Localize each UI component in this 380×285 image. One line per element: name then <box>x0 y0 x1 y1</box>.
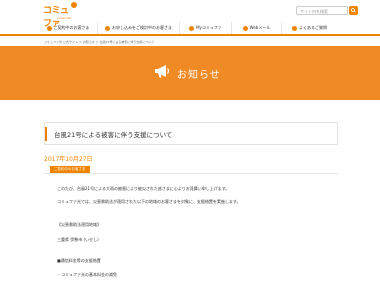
nav-item-faq[interactable]: よくあるご質問 <box>281 22 337 34</box>
nav-item-label: お申し込みをご検討中のお客さま <box>112 25 172 30</box>
question-icon <box>292 25 297 31</box>
document-icon <box>105 25 110 31</box>
global-nav: ご契約中のお客さま お申し込みをご検討中のお客さま Myコミュファ Webメール… <box>39 22 337 34</box>
body-line: ・コミュファ光の基本料金の減免 <box>57 272 117 277</box>
nav-item-prospective-customers[interactable]: お申し込みをご検討中のお客さま <box>97 22 179 34</box>
nav-item-label: ご契約中のお客さま <box>53 25 90 30</box>
site-header: コミュファ commufa サイト内を検索 ご契約中のお客さま お申し込みをご検… <box>0 0 380 34</box>
mail-icon <box>242 25 248 31</box>
search-button[interactable] <box>349 6 358 15</box>
nav-item-my-commufa[interactable]: Myコミュファ <box>179 22 231 34</box>
nav-underline <box>0 34 380 36</box>
heart-icon <box>189 25 195 31</box>
page-banner: お知らせ <box>0 46 380 100</box>
article-date: 2017年10月27日 <box>44 156 93 163</box>
page-title: お知らせ <box>177 70 221 81</box>
nav-item-current-customers[interactable]: ご契約中のお客さま <box>39 22 97 34</box>
body-line: コミュファ光では、災害救助法が適用された以下の地域のお客さまを対象に、支援措置を… <box>57 199 241 204</box>
nav-item-label: Webメール <box>249 25 271 30</box>
body-line: 【災害救助法適用地域】 <box>57 222 101 227</box>
body-line: このたび、台風21号による大雨の被害により被災された皆さまに心よりお見舞い申し上… <box>57 186 230 191</box>
nav-item-label: Myコミュファ <box>196 25 222 30</box>
article-title: 台風21号による被害に伴う支援について <box>54 131 173 139</box>
search-icon <box>351 8 356 13</box>
nav-item-label: よくあるご質問 <box>299 25 327 30</box>
search-input[interactable]: サイト内を検索 <box>296 6 348 15</box>
category-badge: ご契約中のお客さま <box>50 166 90 173</box>
breadcrumb: コミュファ光 公式サイト ＞ お知らせ ＞ 台風21号による被害に伴う支援につい… <box>44 40 155 44</box>
person-icon <box>46 25 52 31</box>
body-line: ■通信料金等の支援措置 <box>57 258 101 263</box>
nav-item-webmail[interactable]: Webメール <box>231 22 281 34</box>
logo-subtext: commufa <box>57 16 72 20</box>
divider <box>44 173 338 174</box>
logo-dot-icon <box>71 2 77 8</box>
megaphone-icon <box>155 65 170 78</box>
article-title-box: 台風21号による被害に伴う支援について <box>44 122 338 145</box>
title-accent-bar <box>45 127 47 141</box>
body-line: 三重県 伊勢市 (いせし) <box>57 237 99 242</box>
